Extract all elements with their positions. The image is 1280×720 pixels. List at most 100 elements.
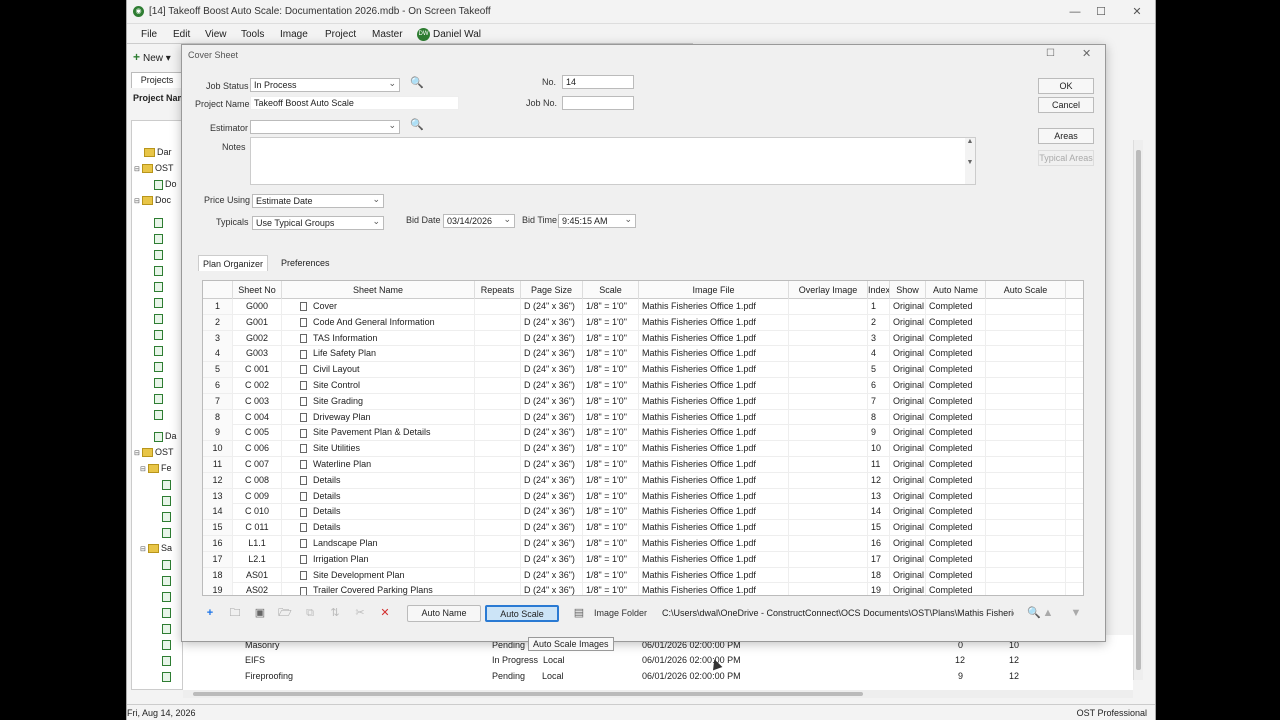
table-cell[interactable] [986,393,1066,409]
tree-item[interactable] [162,671,173,685]
horizontal-scrollbar[interactable] [183,690,1133,698]
maximize-icon[interactable]: ☐ [1046,48,1055,59]
col-sheet-name[interactable]: Sheet Name [282,281,475,299]
table-cell[interactable] [789,362,868,378]
table-cell[interactable]: Completed [926,457,986,472]
tree-item[interactable] [154,329,165,343]
table-row[interactable]: 12 C 008 Details D (24" x 36") 1/8" = 1'0" Ma… [203,472,1083,489]
tools-icon[interactable]: ✂ [352,605,368,621]
table-cell[interactable]: 6 [203,378,233,393]
user-name[interactable]: Daniel Wal [433,29,481,40]
table-cell[interactable] [475,472,521,488]
list-item[interactable]: EIFS In Progress Local 06/01/2026 02:00:… [183,653,1133,668]
table-cell[interactable]: 1 [203,299,233,314]
tree-item[interactable] [154,281,165,295]
table-cell[interactable]: Completed [926,583,986,595]
tree-item[interactable]: ⊟ OST [134,447,174,461]
table-cell[interactable] [986,362,1066,378]
table-cell[interactable]: Completed [926,409,986,425]
table-cell[interactable]: C 006 [233,441,282,457]
tab-plan-organizer[interactable]: Plan Organizer [198,255,269,271]
table-cell[interactable]: Mathis Fisheries Office 1.pdf [639,520,789,536]
menu-file[interactable]: File [141,29,157,40]
table-cell[interactable] [789,583,868,595]
table-cell[interactable]: Original [890,583,926,595]
table-cell[interactable]: Original [890,504,926,520]
user-avatar[interactable]: DW [417,28,430,41]
table-cell[interactable]: Completed [926,488,986,504]
table-cell[interactable]: Details [282,504,475,520]
tree-item[interactable] [162,559,173,573]
table-cell[interactable]: 8 [203,409,233,425]
table-cell[interactable] [986,441,1066,457]
add-icon[interactable]: + [202,605,218,621]
col-scale[interactable]: Scale [583,281,639,299]
table-cell[interactable]: 1/8" = 1'0" [583,425,639,441]
table-cell[interactable]: 17 [203,551,233,567]
table-cell[interactable]: Original [890,346,926,362]
table-cell[interactable]: Mathis Fisheries Office 1.pdf [639,488,789,504]
scroll-thumb[interactable] [193,692,863,696]
table-cell[interactable] [475,425,521,441]
menu-project[interactable]: Project [325,29,356,40]
table-cell[interactable]: Original [890,425,926,441]
open-folder-icon[interactable]: 🗀 [227,605,243,621]
table-cell[interactable]: 4 [868,346,890,362]
table-cell[interactable]: D (24" x 36") [521,346,583,362]
table-cell[interactable]: 1/8" = 1'0" [583,362,639,378]
table-cell[interactable]: 16 [868,536,890,551]
table-cell[interactable]: D (24" x 36") [521,362,583,378]
table-cell[interactable] [986,551,1066,567]
minimize-button[interactable]: — [1065,4,1085,20]
table-cell[interactable]: Mathis Fisheries Office 1.pdf [639,378,789,393]
table-cell[interactable] [789,346,868,362]
table-cell[interactable]: 1/8" = 1'0" [583,536,639,551]
table-cell[interactable]: 1/8" = 1'0" [583,330,639,346]
table-cell[interactable]: Code And General Information [282,314,475,330]
table-cell[interactable]: 1/8" = 1'0" [583,314,639,330]
table-cell[interactable]: Completed [926,362,986,378]
table-cell[interactable]: Cover [282,299,475,314]
table-row[interactable]: 15 C 011 Details D (24" x 36") 1/8" = 1'0" Ma… [203,520,1083,536]
table-cell[interactable]: Mathis Fisheries Office 1.pdf [639,504,789,520]
table-cell[interactable]: 1/8" = 1'0" [583,346,639,362]
table-cell[interactable]: Civil Layout [282,362,475,378]
table-cell[interactable]: 7 [868,393,890,409]
table-cell[interactable]: D (24" x 36") [521,314,583,330]
tree-item[interactable]: Da [154,431,177,445]
search-icon[interactable]: 🔍 [409,76,425,92]
table-cell[interactable]: Original [890,393,926,409]
tree-item[interactable]: Dar [144,147,172,161]
table-cell[interactable] [475,362,521,378]
col-image-file[interactable]: Image File [639,281,789,299]
tree-item[interactable] [162,639,173,653]
table-cell[interactable]: C 003 [233,393,282,409]
table-cell[interactable]: G003 [233,346,282,362]
table-row[interactable]: 7 C 003 Site Grading D (24" x 36") 1/8" = 1'… [203,393,1083,410]
maximize-button[interactable]: ☐ [1091,4,1111,20]
col-index[interactable]: Index [868,281,890,299]
table-cell[interactable]: Details [282,472,475,488]
tree-item[interactable] [162,511,173,525]
table-cell[interactable]: 11 [868,457,890,472]
bid-date-field[interactable]: 03/14/2026 [443,214,515,228]
tree-item[interactable] [162,575,173,589]
table-cell[interactable]: C 009 [233,488,282,504]
table-cell[interactable] [475,330,521,346]
table-cell[interactable]: Life Safety Plan [282,346,475,362]
table-cell[interactable]: Original [890,441,926,457]
table-row[interactable]: 6 C 002 Site Control D (24" x 36") 1/8" = 1'… [203,378,1083,394]
table-cell[interactable]: 4 [203,346,233,362]
table-cell[interactable]: Original [890,536,926,551]
table-cell[interactable] [789,536,868,551]
table-cell[interactable] [475,583,521,595]
table-cell[interactable]: Mathis Fisheries Office 1.pdf [639,346,789,362]
table-cell[interactable]: 18 [868,567,890,583]
tree-item[interactable] [154,409,165,423]
table-cell[interactable] [789,299,868,314]
table-cell[interactable]: Site Utilities [282,441,475,457]
table-cell[interactable] [986,330,1066,346]
table-cell[interactable] [475,520,521,536]
cancel-button[interactable]: Cancel [1038,97,1094,113]
table-cell[interactable]: Original [890,409,926,425]
